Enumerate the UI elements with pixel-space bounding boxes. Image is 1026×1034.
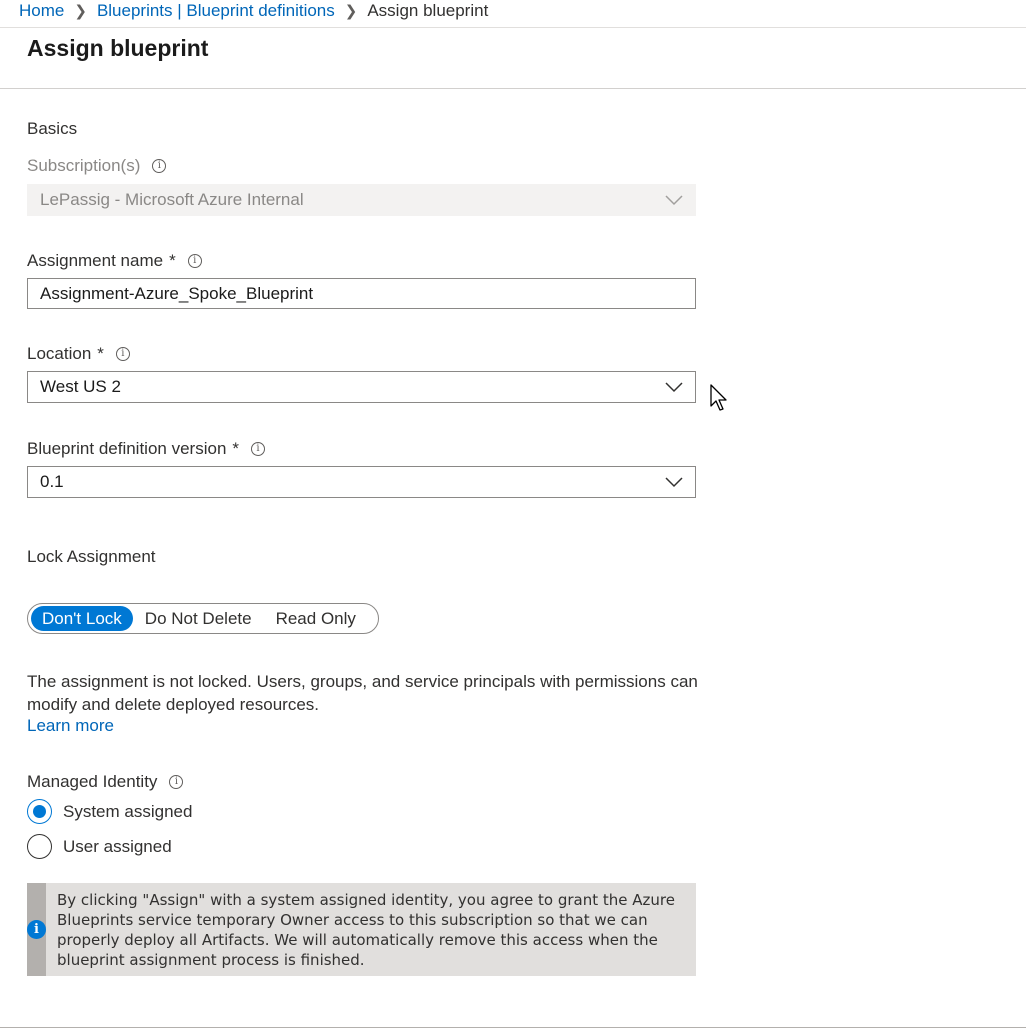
assignment-name-label-text: Assignment name — [27, 251, 164, 270]
radio-user-assigned-label: User assigned — [63, 836, 172, 856]
footer-divider — [0, 1027, 1026, 1028]
lock-option-read-only[interactable]: Read Only — [264, 606, 368, 631]
info-icon[interactable]: i — [115, 347, 130, 361]
version-select[interactable]: 0.1 — [27, 466, 696, 498]
version-label: Blueprint definition version * i — [27, 439, 266, 459]
subscription-label-text: Subscription(s) — [27, 156, 141, 175]
radio-user-assigned[interactable]: User assigned — [27, 834, 172, 859]
lock-toggle-group: Don't Lock Do Not Delete Read Only — [27, 603, 379, 634]
info-icon[interactable]: i — [251, 442, 266, 456]
location-label: Location * i — [27, 344, 130, 364]
subscription-select: LePassig - Microsoft Azure Internal — [27, 184, 696, 216]
learn-more-link[interactable]: Learn more — [27, 716, 114, 736]
title-divider — [0, 88, 1026, 89]
radio-system-assigned-label: System assigned — [63, 801, 193, 821]
chevron-down-icon — [665, 195, 683, 206]
breadcrumb: Home ❯ Blueprints | Blueprint definition… — [19, 0, 488, 22]
info-icon: i — [27, 920, 46, 939]
lock-option-dont-lock[interactable]: Don't Lock — [31, 606, 133, 631]
breadcrumb-current: Assign blueprint — [367, 1, 489, 20]
radio-checked-icon[interactable] — [27, 799, 52, 824]
chevron-right-icon: ❯ — [74, 3, 87, 20]
chevron-right-icon: ❯ — [344, 3, 358, 20]
required-mark: * — [169, 251, 176, 270]
assignment-name-input[interactable]: Assignment-Azure_Spoke_Blueprint — [27, 278, 696, 309]
required-mark: * — [97, 344, 104, 363]
identity-notice-banner: i By clicking "Assign" with a system ass… — [27, 883, 696, 976]
info-icon[interactable]: i — [152, 159, 167, 173]
subscription-label: Subscription(s) i — [27, 156, 167, 176]
lock-section-label: Lock Assignment — [27, 547, 156, 566]
breadcrumb-home-link[interactable]: Home — [19, 1, 64, 21]
version-label-text: Blueprint definition version — [27, 439, 227, 458]
location-select[interactable]: West US 2 — [27, 371, 696, 403]
managed-identity-label: Managed Identity i — [27, 772, 184, 792]
subscription-value: LePassig - Microsoft Azure Internal — [40, 190, 304, 209]
required-mark: * — [232, 439, 240, 458]
radio-unchecked-icon[interactable] — [27, 834, 52, 859]
version-value: 0.1 — [40, 472, 64, 491]
mouse-pointer-icon — [710, 384, 727, 411]
notice-icon-strip: i — [27, 883, 46, 976]
breadcrumb-blueprints-link[interactable]: Blueprints | Blueprint definitions — [97, 1, 335, 21]
assignment-name-label: Assignment name * i — [27, 251, 202, 271]
radio-system-assigned[interactable]: System assigned — [27, 799, 192, 824]
lock-option-do-not-delete[interactable]: Do Not Delete — [133, 606, 264, 631]
location-label-text: Location — [27, 344, 92, 363]
chevron-down-icon — [665, 477, 683, 488]
lock-description: The assignment is not locked. Users, gro… — [27, 672, 698, 714]
managed-identity-label-text: Managed Identity — [27, 772, 158, 791]
breadcrumb-bar: Home ❯ Blueprints | Blueprint definition… — [0, 0, 1026, 28]
location-value: West US 2 — [40, 377, 121, 396]
page-title: Assign blueprint — [27, 35, 209, 61]
info-icon[interactable]: i — [169, 775, 184, 789]
identity-notice-text: By clicking "Assign" with a system assig… — [57, 891, 675, 969]
chevron-down-icon — [665, 382, 683, 393]
info-icon[interactable]: i — [187, 254, 202, 268]
assignment-name-value: Assignment-Azure_Spoke_Blueprint — [40, 283, 314, 303]
basics-section-label: Basics — [27, 119, 78, 138]
